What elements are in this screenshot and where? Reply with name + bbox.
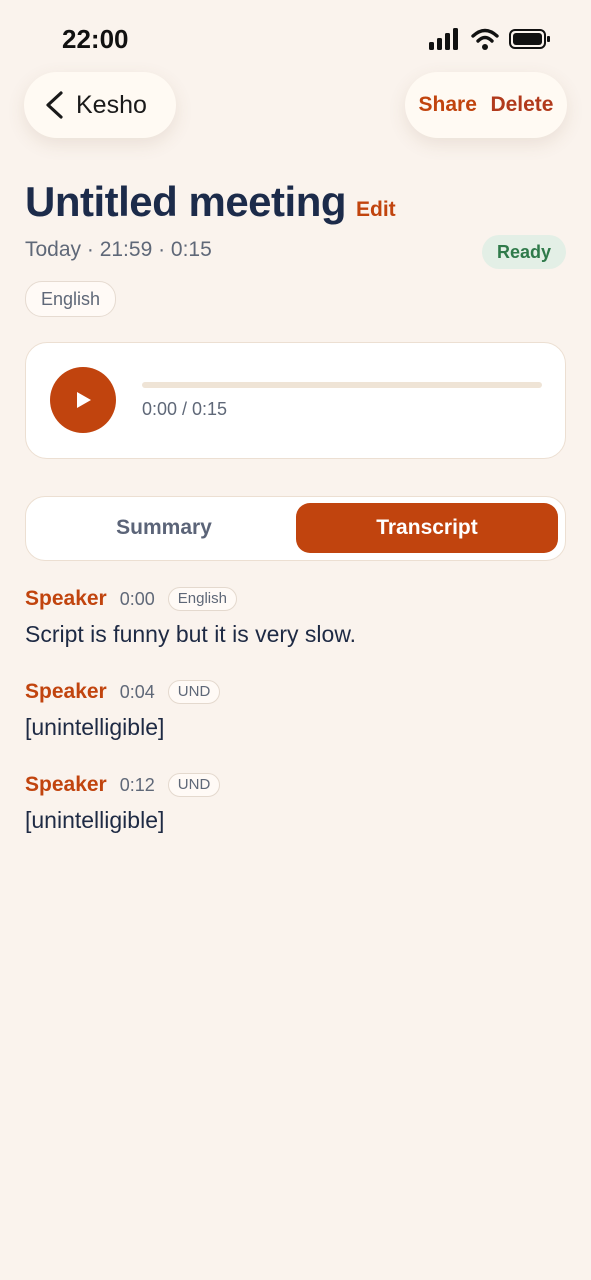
share-button[interactable]: Share <box>419 93 477 117</box>
transcript-entry: Speaker 0:00 English Script is funny but… <box>25 585 565 678</box>
wifi-icon <box>471 28 499 50</box>
entry-language-chip: English <box>167 587 237 611</box>
entry-timestamp[interactable]: 0:04 <box>120 682 155 703</box>
status-badge: Ready <box>481 235 566 269</box>
transcript-list: Speaker 0:00 English Script is funny but… <box>25 585 565 864</box>
progress-bar[interactable] <box>142 382 542 388</box>
edit-title-button[interactable]: Edit <box>356 198 396 222</box>
entry-text: [unintelligible] <box>25 714 165 740</box>
speaker-name[interactable]: Speaker <box>25 680 107 704</box>
entry-text: Script is funny but it is very slow. <box>25 621 357 647</box>
page-title: Untitled meeting <box>25 178 347 225</box>
entry-language-chip: UND <box>167 680 221 704</box>
entry-timestamp[interactable]: 0:12 <box>120 775 155 796</box>
entry-header: Speaker 0:04 UND <box>25 678 565 706</box>
speaker-name[interactable]: Speaker <box>25 773 107 797</box>
status-time: 22:00 <box>62 24 129 54</box>
title-row: Untitled meeting Edit <box>25 178 396 226</box>
entry-header: Speaker 0:12 UND <box>25 771 565 799</box>
status-icons <box>429 28 551 50</box>
battery-icon <box>509 29 550 49</box>
play-icon <box>77 392 91 408</box>
status-bar: 22:00 <box>0 0 591 70</box>
audio-player: 0:00 / 0:15 <box>25 342 566 459</box>
entry-timestamp[interactable]: 0:00 <box>120 589 155 610</box>
chevron-left-icon <box>46 91 63 119</box>
transcript-entry: Speaker 0:12 UND [unintelligible] <box>25 771 565 864</box>
play-button[interactable] <box>50 367 116 433</box>
back-label: Kesho <box>76 90 147 119</box>
tab-transcript[interactable]: Transcript <box>296 503 558 553</box>
entry-text: [unintelligible] <box>25 807 165 833</box>
signal-icon <box>429 28 458 50</box>
delete-button[interactable]: Delete <box>490 93 553 117</box>
transcript-entry: Speaker 0:04 UND [unintelligible] <box>25 678 565 771</box>
back-button[interactable]: Kesho <box>24 72 176 138</box>
entry-language-chip: UND <box>167 773 221 797</box>
action-pill: Share Delete <box>405 72 567 138</box>
speaker-name[interactable]: Speaker <box>25 587 107 611</box>
tab-summary[interactable]: Summary <box>33 503 295 553</box>
entry-header: Speaker 0:00 English <box>25 585 565 613</box>
meeting-meta: Today · 21:59 · 0:15 <box>25 238 212 261</box>
language-chip[interactable]: English <box>25 281 117 317</box>
view-tabs: Summary Transcript <box>25 496 566 561</box>
player-time: 0:00 / 0:15 <box>142 399 228 419</box>
